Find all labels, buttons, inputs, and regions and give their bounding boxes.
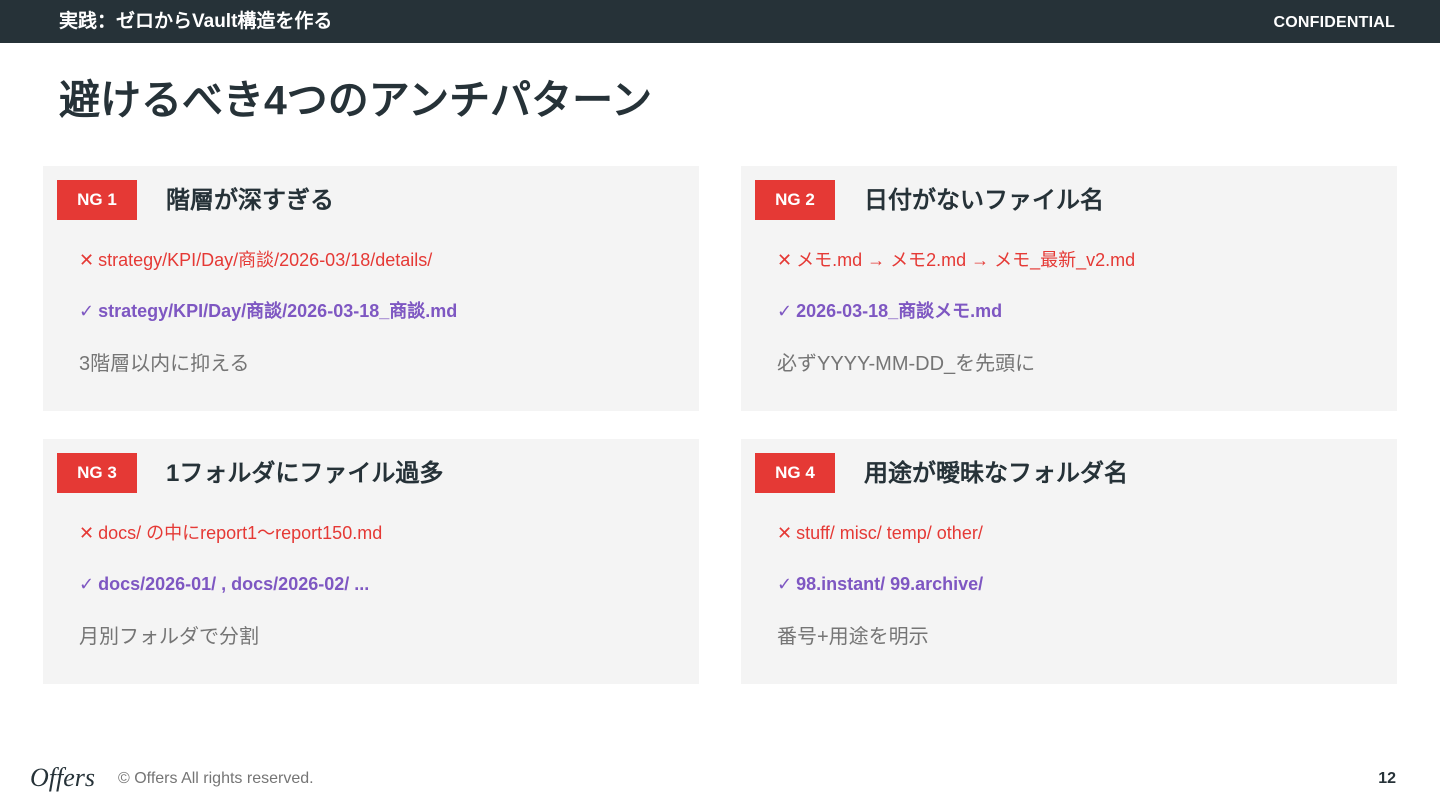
ng-badge: NG 1 — [57, 180, 137, 220]
antipattern-card-ng2: NG 2 日付がないファイル名 ✕ メモ.md → メモ2.md → メモ_最新_… — [741, 166, 1397, 411]
ng-badge: NG 3 — [57, 453, 137, 493]
bad-example: ✕ strategy/KPI/Day/商談/2026-03/18/details/ — [79, 248, 432, 272]
copyright-text: © Offers All rights reserved. — [118, 770, 314, 787]
cross-icon: ✕ — [777, 250, 793, 270]
section-title: 実践：ゼロからVault構造を作る — [59, 11, 333, 32]
bad-example: ✕ メモ.md → メモ2.md → メモ_最新_v2.md — [777, 248, 1135, 272]
cross-icon: ✕ — [79, 523, 95, 543]
offers-logo: Offers — [30, 763, 95, 792]
bad-example: ✕ stuff/ misc/ temp/ other/ — [777, 521, 983, 545]
check-icon: ✓ — [777, 301, 793, 321]
rule-note: 月別フォルダで分割 — [79, 626, 259, 648]
card-title: 用途が曖昧なフォルダ名 — [864, 460, 1128, 487]
rule-note: 番号+用途を明示 — [777, 626, 929, 648]
check-icon: ✓ — [79, 574, 95, 594]
check-icon: ✓ — [79, 301, 95, 321]
good-example: ✓ docs/2026-01/ , docs/2026-02/ ... — [79, 572, 369, 596]
cross-icon: ✕ — [777, 523, 793, 543]
bad-example-text: docs/ の中にreport1〜report150.md — [98, 523, 383, 543]
ng-badge: NG 4 — [755, 453, 835, 493]
good-example: ✓ 2026-03-18_商談メモ.md — [777, 299, 1002, 323]
confidential-label: CONFIDENTIAL — [1273, 14, 1395, 31]
page-number: 12 — [1378, 770, 1396, 787]
page-title: 避けるべき4つのアンチパターン — [59, 77, 653, 123]
antipattern-card-ng1: NG 1 階層が深すぎる ✕ strategy/KPI/Day/商談/2026-0… — [43, 166, 699, 411]
check-icon: ✓ — [777, 574, 793, 594]
header-bar: 実践：ゼロからVault構造を作る CONFIDENTIAL — [0, 0, 1440, 43]
bad-example-text: メモ.md → メモ2.md → メモ_最新_v2.md — [796, 250, 1136, 270]
good-example-text: strategy/KPI/Day/商談/2026-03-18_商談.md — [98, 301, 458, 321]
good-example-text: docs/2026-01/ , docs/2026-02/ ... — [98, 574, 370, 594]
bad-example: ✕ docs/ の中にreport1〜report150.md — [79, 521, 382, 545]
cross-icon: ✕ — [79, 250, 95, 270]
good-example-text: 2026-03-18_商談メモ.md — [796, 301, 1003, 321]
good-example: ✓ strategy/KPI/Day/商談/2026-03-18_商談.md — [79, 299, 457, 323]
rule-note: 必ずYYYY-MM-DD_を先頭に — [777, 353, 1036, 375]
antipattern-card-ng3: NG 3 1フォルダにファイル過多 ✕ docs/ の中にreport1〜repo… — [43, 439, 699, 684]
card-title: 1フォルダにファイル過多 — [166, 460, 444, 487]
ng-badge: NG 2 — [755, 180, 835, 220]
rule-note: 3階層以内に抑える — [79, 353, 250, 375]
card-title: 日付がないファイル名 — [864, 187, 1104, 214]
good-example-text: 98.instant/ 99.archive/ — [796, 574, 984, 594]
antipattern-card-ng4: NG 4 用途が曖昧なフォルダ名 ✕ stuff/ misc/ temp/ oth… — [741, 439, 1397, 684]
bad-example-text: stuff/ misc/ temp/ other/ — [796, 523, 983, 543]
card-title: 階層が深すぎる — [166, 187, 334, 214]
bad-example-text: strategy/KPI/Day/商談/2026-03/18/details/ — [98, 250, 433, 270]
good-example: ✓ 98.instant/ 99.archive/ — [777, 572, 983, 596]
